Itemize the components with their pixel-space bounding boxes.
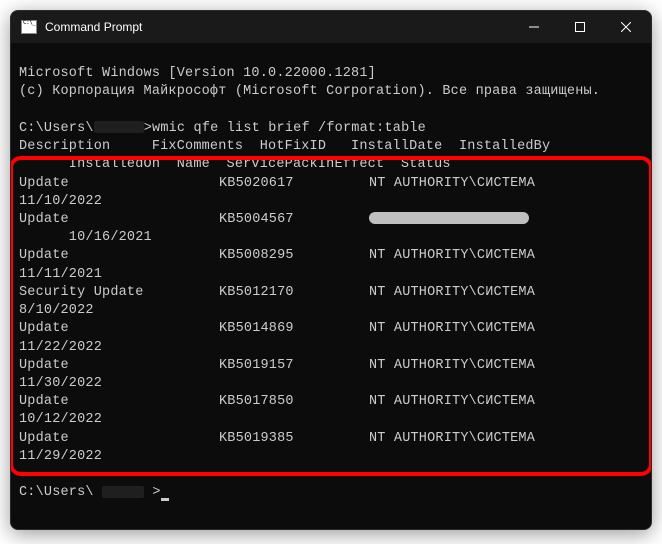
hotfix-list: UpdateKB5020617NT AUTHORITY\СИСТЕМА11/10…	[19, 175, 643, 467]
row-description: Security Update	[19, 284, 219, 302]
row-hotfixid: KB5020617	[219, 175, 369, 193]
row-date: 8/10/2022	[19, 302, 643, 320]
table-row: Security UpdateKB5012170NT AUTHORITY\СИС…	[19, 284, 643, 302]
row-description: Update	[19, 175, 219, 193]
terminal-body[interactable]: Microsoft Windows [Version 10.0.22000.12…	[11, 43, 651, 529]
row-description: Update	[19, 430, 219, 448]
row-date: 11/11/2021	[19, 266, 643, 284]
row-installedby: NT AUTHORITY\СИСТЕМА	[369, 430, 535, 448]
prompt2-prefix: C:\Users\	[19, 485, 94, 500]
row-hotfixid: KB5012170	[219, 284, 369, 302]
table-row: UpdateKB5004567	[19, 211, 643, 229]
column-headers-1: Description FixComments HotFixID Install…	[19, 138, 643, 156]
row-installedby: NT AUTHORITY\СИСТЕМА	[369, 357, 535, 375]
row-installedby: NT AUTHORITY\СИСТЕМА	[369, 175, 535, 193]
window-controls	[511, 11, 649, 43]
close-button[interactable]	[603, 11, 649, 43]
row-description: Update	[19, 247, 219, 265]
table-row: UpdateKB5019157NT AUTHORITY\СИСТЕМА	[19, 357, 643, 375]
table-row: UpdateKB5008295NT AUTHORITY\СИСТЕМА	[19, 247, 643, 265]
row-hotfixid: KB5008295	[219, 247, 369, 265]
command-line: C:\Users\>wmic qfe list brief /format:ta…	[19, 120, 643, 138]
row-date: 11/29/2022	[19, 448, 643, 466]
prompt-prefix: C:\Users\	[19, 121, 94, 136]
maximize-button[interactable]	[557, 11, 603, 43]
version-line: Microsoft Windows [Version 10.0.22000.12…	[19, 65, 643, 83]
row-description: Update	[19, 320, 219, 338]
redacted-installedby	[369, 212, 529, 224]
row-hotfixid: KB5014869	[219, 320, 369, 338]
maximize-icon	[575, 22, 585, 32]
table-row: UpdateKB5020617NT AUTHORITY\СИСТЕМА	[19, 175, 643, 193]
row-date: 11/22/2022	[19, 339, 643, 357]
column-headers-2: InstalledOn Name ServicePackInEffect Sta…	[19, 156, 643, 174]
cursor	[161, 498, 169, 501]
row-installedby: NT AUTHORITY\СИСТЕМА	[369, 284, 535, 302]
row-description: Update	[19, 393, 219, 411]
prompt-line-2: C:\Users\ >	[19, 484, 643, 502]
redacted-username-2	[102, 486, 144, 498]
cmd-icon	[21, 20, 37, 34]
command-text: wmic qfe list brief /format:table	[152, 121, 426, 136]
row-installedby: NT AUTHORITY\СИСТЕМА	[369, 320, 535, 338]
row-date: 11/30/2022	[19, 375, 643, 393]
redacted-username	[94, 121, 144, 133]
row-installedby: NT AUTHORITY\СИСТЕМА	[369, 393, 535, 411]
window-title: Command Prompt	[45, 20, 511, 34]
copyright-line: (c) Корпорация Майкрософт (Microsoft Cor…	[19, 83, 643, 101]
close-icon	[621, 22, 631, 32]
row-date: 10/12/2022	[19, 411, 643, 429]
table-row: UpdateKB5017850NT AUTHORITY\СИСТЕМА	[19, 393, 643, 411]
command-prompt-window: Command Prompt Microsoft Windows [Versio…	[10, 10, 652, 530]
row-hotfixid: KB5019385	[219, 430, 369, 448]
titlebar[interactable]: Command Prompt	[11, 11, 651, 43]
row-hotfixid: KB5019157	[219, 357, 369, 375]
row-date: 11/10/2022	[19, 193, 643, 211]
row-description: Update	[19, 211, 219, 229]
row-installedby: NT AUTHORITY\СИСТЕМА	[369, 247, 535, 265]
row-date: 10/16/2021	[19, 229, 643, 247]
prompt2-suffix: >	[152, 485, 160, 500]
table-row: UpdateKB5019385NT AUTHORITY\СИСТЕМА	[19, 430, 643, 448]
row-hotfixid: KB5004567	[219, 211, 369, 229]
table-row: UpdateKB5014869NT AUTHORITY\СИСТЕМА	[19, 320, 643, 338]
minimize-button[interactable]	[511, 11, 557, 43]
minimize-icon	[529, 22, 539, 32]
row-hotfixid: KB5017850	[219, 393, 369, 411]
row-description: Update	[19, 357, 219, 375]
